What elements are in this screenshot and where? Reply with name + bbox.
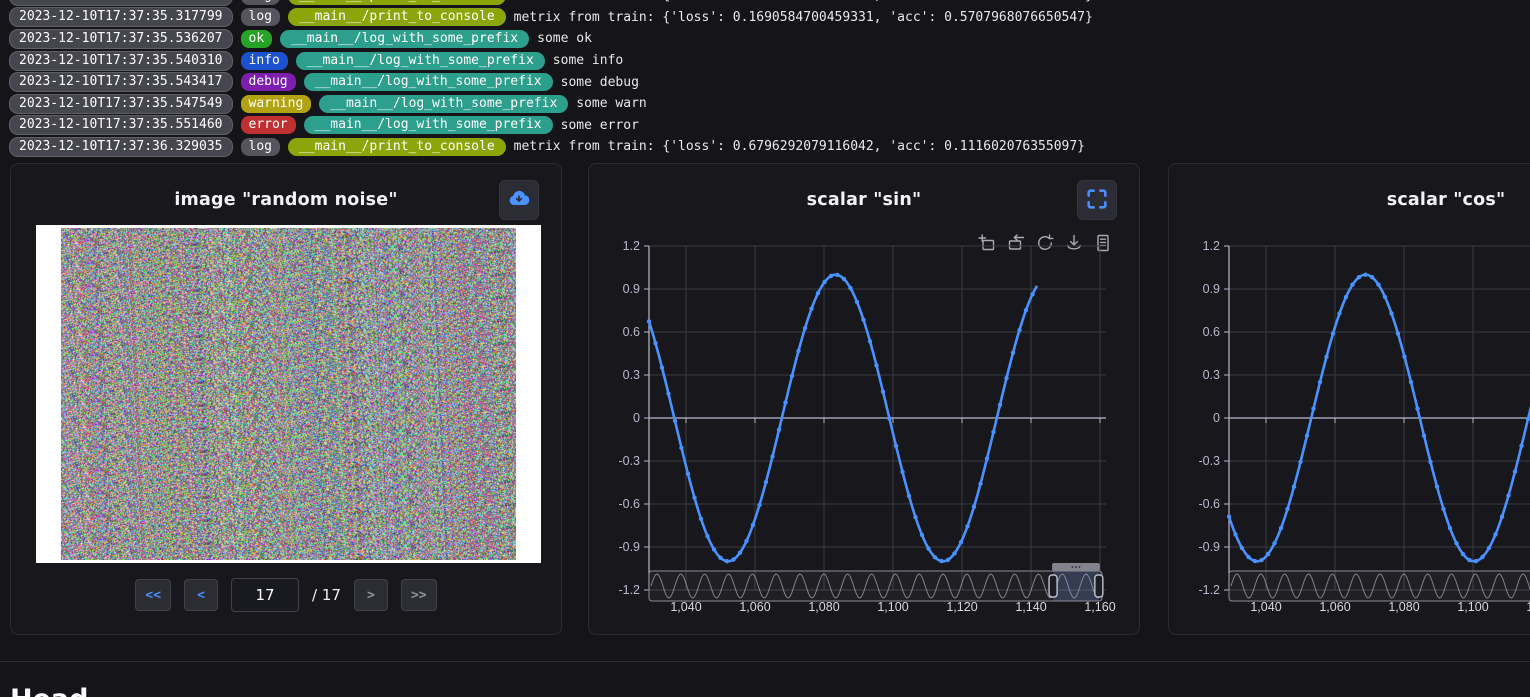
log-row: 2023-12-10T17:37:35.543417 debug __main__/… bbox=[9, 71, 1530, 93]
y-axis-label: 1.2 bbox=[1203, 239, 1220, 253]
x-axis-label: 1,060 bbox=[1319, 600, 1350, 614]
log-message: some ok bbox=[537, 31, 592, 46]
datazoom-slider[interactable] bbox=[1229, 563, 1530, 601]
log-level-badge: warning bbox=[241, 95, 312, 113]
next-section-heading: Head bbox=[10, 684, 88, 697]
timestamp-badge: 2023-12-10T17:37:36.329035 bbox=[9, 137, 233, 157]
last-page-button[interactable]: >> bbox=[401, 579, 437, 611]
datazoom-move-handle[interactable] bbox=[1052, 563, 1100, 571]
image-card-title: image "random noise" bbox=[11, 190, 561, 210]
logger-name-badge: __main__/print_to_console bbox=[288, 0, 506, 5]
next-page-button[interactable]: > bbox=[354, 579, 388, 611]
y-axis-label: 0.3 bbox=[623, 368, 640, 382]
logger-name-badge: __main__/log_with_some_prefix bbox=[304, 73, 553, 91]
chart-grid: 1.2 0.9 0.6 0.3 0 -0.3 -0.6 -0.9 -1.2 bbox=[1198, 239, 1530, 597]
log-message: metrix from train: {'loss': 0.6796292079… bbox=[514, 139, 1085, 154]
x-axis-label: 1,160 bbox=[1084, 600, 1115, 614]
y-axis-label: -0.9 bbox=[618, 540, 640, 554]
y-axis-label: -0.6 bbox=[1198, 497, 1220, 511]
log-level-badge: log bbox=[241, 8, 280, 26]
x-axis-label: 1,120 bbox=[946, 600, 977, 614]
log-level-badge: error bbox=[241, 116, 296, 134]
dashboard-page: 2023-12-10T17:37:35.317799 log __main__/pr… bbox=[0, 0, 1530, 697]
x-axis-label: 1,040 bbox=[670, 600, 701, 614]
x-axis-label: 1,100 bbox=[877, 600, 908, 614]
y-axis-label: 0.9 bbox=[1203, 282, 1220, 296]
log-message: metrix from train: {'loss': 0.1690584700… bbox=[514, 0, 1093, 3]
datazoom-handle[interactable] bbox=[1049, 575, 1057, 597]
first-page-button[interactable]: << bbox=[135, 579, 171, 611]
log-level-badge: log bbox=[241, 0, 280, 5]
prev-page-button[interactable]: < bbox=[184, 579, 218, 611]
log-row: 2023-12-10T17:37:35.540310 info __main__/l… bbox=[9, 50, 1530, 72]
log-level-badge: info bbox=[241, 52, 288, 70]
x-axis-label: 1,040 bbox=[1250, 600, 1281, 614]
logger-name-badge: __main__/log_with_some_prefix bbox=[280, 30, 529, 48]
cloud-download-icon bbox=[507, 187, 531, 214]
logger-name-badge: __main__/log_with_some_prefix bbox=[319, 95, 568, 113]
timestamp-badge: 2023-12-10T17:37:35.543417 bbox=[9, 72, 233, 92]
cloud-download-button[interactable] bbox=[499, 180, 539, 220]
y-axis-label: 0 bbox=[633, 411, 640, 425]
random-noise-image bbox=[61, 228, 516, 560]
log-row: 2023-12-10T17:37:35.317799 log __main__/pr… bbox=[9, 7, 1530, 29]
datazoom-window bbox=[1053, 571, 1099, 601]
x-axis-label: 1,080 bbox=[808, 600, 839, 614]
x-axis-label: 1,080 bbox=[1388, 600, 1419, 614]
log-level-badge: debug bbox=[241, 73, 296, 91]
x-axis-label: 1,100 bbox=[1457, 600, 1488, 614]
y-axis-label: 0.3 bbox=[1203, 368, 1220, 382]
sin-chart-canvas[interactable]: 1.2 0.9 0.6 0.3 0 -0.3 -0.6 -0.9 -1.2 1,040 1,060 1… bbox=[589, 164, 1141, 636]
log-message: some debug bbox=[561, 75, 639, 90]
log-level-badge: log bbox=[241, 138, 280, 156]
y-axis-label: 0 bbox=[1213, 411, 1220, 425]
log-message: some warn bbox=[576, 96, 646, 111]
log-console: 2023-12-10T17:37:35.317799 log __main__/pr… bbox=[0, 0, 1530, 158]
y-axis-label: -1.2 bbox=[1198, 583, 1220, 597]
y-axis-label: 1.2 bbox=[623, 239, 640, 253]
timestamp-badge: 2023-12-10T17:37:35.317799 bbox=[9, 7, 233, 27]
cos-chart-card: scalar "cos" 1.20.90.60.30-0.3-0.6-0.9-1… bbox=[1168, 163, 1530, 635]
logger-name-badge: __main__/log_with_some_prefix bbox=[296, 52, 545, 70]
y-axis-label: -1.2 bbox=[618, 583, 640, 597]
page-input[interactable] bbox=[231, 578, 299, 612]
section-divider bbox=[0, 661, 1530, 662]
timestamp-badge: 2023-12-10T17:37:35.536207 bbox=[9, 29, 233, 49]
x-axis-label: 1,140 bbox=[1015, 600, 1046, 614]
logger-name-badge: __main__/log_with_some_prefix bbox=[304, 116, 553, 134]
log-row: 2023-12-10T17:37:35.547549 warning __main_… bbox=[9, 93, 1530, 115]
sin-chart-card: scalar "sin" 1.20.90.60.30-0.3-0.6-0.9-1… bbox=[588, 163, 1140, 635]
image-frame bbox=[36, 225, 541, 563]
y-axis-label: 0.6 bbox=[1203, 325, 1220, 339]
datazoom-slider[interactable] bbox=[649, 563, 1103, 601]
log-message: some error bbox=[561, 118, 639, 133]
page-total-label: / 17 bbox=[312, 586, 341, 604]
log-message: metrix from train: {'loss': 0.1690584700… bbox=[514, 10, 1093, 25]
timestamp-badge: 2023-12-10T17:37:35.540310 bbox=[9, 51, 233, 71]
log-row: 2023-12-10T17:37:35.551460 error __main__/… bbox=[9, 115, 1530, 137]
y-axis-label: -0.3 bbox=[1198, 454, 1220, 468]
cos-chart-canvas[interactable]: 1.2 0.9 0.6 0.3 0 -0.3 -0.6 -0.9 -1.2 1,040 1,060 1… bbox=[1169, 164, 1530, 636]
timestamp-badge: 2023-12-10T17:37:35.317799 bbox=[9, 0, 233, 6]
image-pagination: << < / 17 > >> bbox=[11, 578, 561, 612]
logger-name-badge: __main__/print_to_console bbox=[288, 8, 506, 26]
log-row: 2023-12-10T17:37:35.536207 ok __main__/log… bbox=[9, 28, 1530, 50]
x-axis-label: 1,060 bbox=[739, 600, 770, 614]
timestamp-badge: 2023-12-10T17:37:35.547549 bbox=[9, 94, 233, 114]
log-message: some info bbox=[553, 53, 623, 68]
image-card: image "random noise" << < / 17 > >> bbox=[10, 163, 562, 635]
log-row: 2023-12-10T17:37:36.329035 log __main__/pr… bbox=[9, 136, 1530, 158]
datazoom-handle[interactable] bbox=[1095, 575, 1103, 597]
log-row: 2023-12-10T17:37:35.317799 log __main__/pr… bbox=[9, 0, 1530, 7]
x-axis-label: 1,120 bbox=[1526, 600, 1530, 614]
y-axis-label: -0.3 bbox=[618, 454, 640, 468]
y-axis-label: 0.9 bbox=[623, 282, 640, 296]
timestamp-badge: 2023-12-10T17:37:35.551460 bbox=[9, 115, 233, 135]
y-axis-label: 0.6 bbox=[623, 325, 640, 339]
y-axis-label: -0.6 bbox=[618, 497, 640, 511]
y-axis-label: -0.9 bbox=[1198, 540, 1220, 554]
log-level-badge: ok bbox=[241, 30, 273, 48]
logger-name-badge: __main__/print_to_console bbox=[288, 138, 506, 156]
